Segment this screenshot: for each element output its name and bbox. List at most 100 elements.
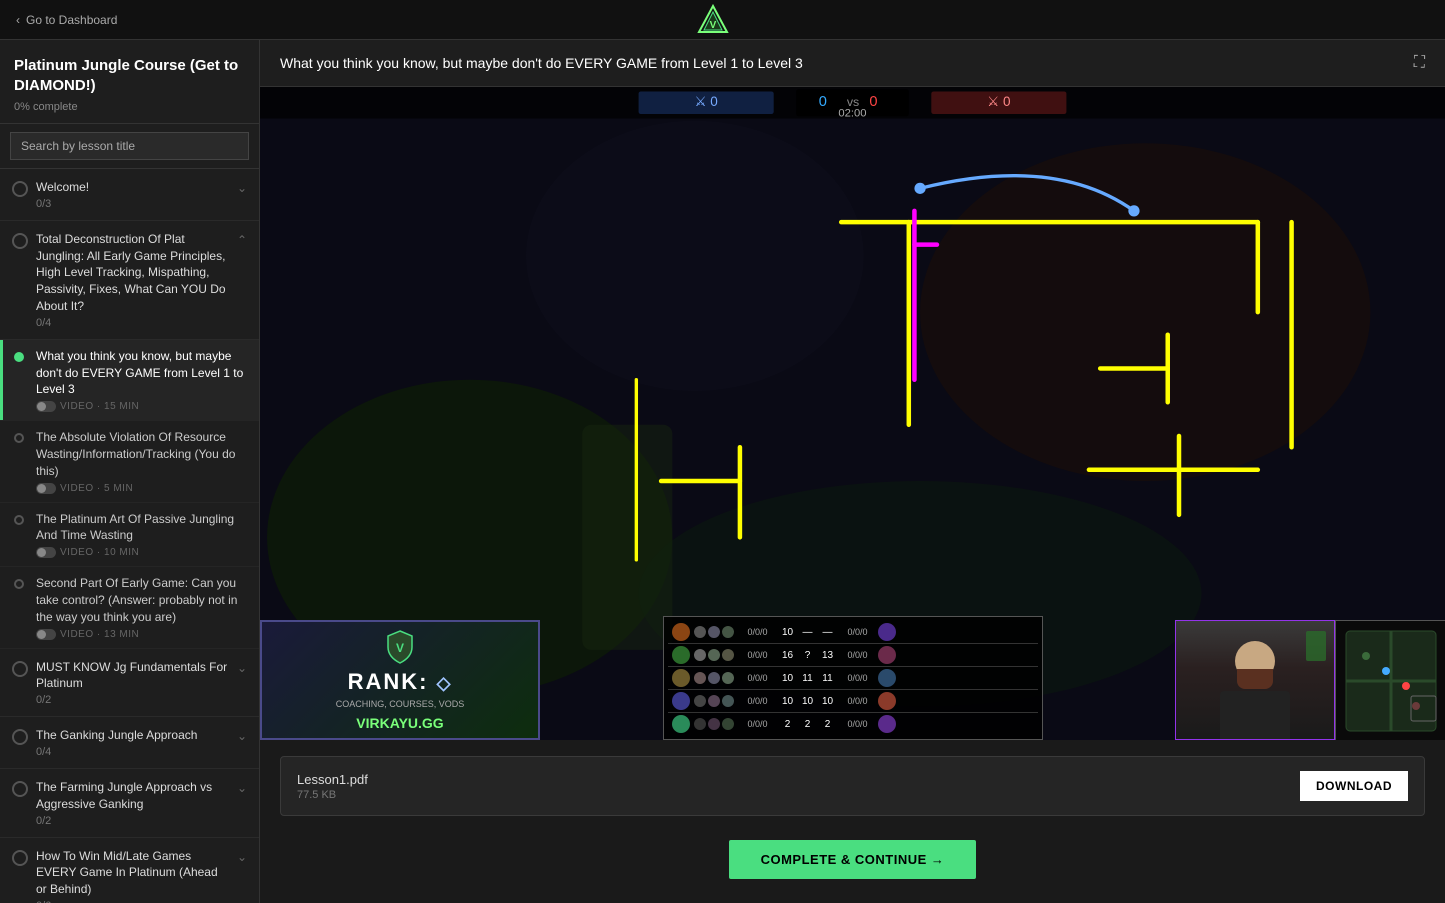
must-know-chevron-icon: ⌄ [237, 661, 247, 675]
welcome-chevron-icon: ⌄ [237, 181, 247, 195]
item14 [708, 718, 720, 730]
welcome-count: 0/3 [36, 198, 229, 210]
score-sep: — [798, 627, 818, 638]
lesson-meta-2: VIDEO · 5 MIN [36, 483, 247, 494]
back-label: Go to Dashboard [26, 13, 117, 27]
video-container[interactable]: ⚔ 0 0 vs 0 02:00 ⚔ 0 [260, 87, 1445, 740]
lesson-toggle-2 [36, 483, 56, 494]
sidebar-item-must-know[interactable]: MUST KNOW Jg Fundamentals For Platinum 0… [0, 649, 259, 718]
fullscreen-button[interactable]: ⛶ [1414, 54, 1425, 72]
lesson-item-3[interactable]: The Platinum Art Of Passive Jungling And… [0, 503, 259, 568]
video-frame: ⚔ 0 0 vs 0 02:00 ⚔ 0 [260, 87, 1445, 740]
score-kda-r5: 0/0/0 [838, 719, 878, 729]
score-level-2: 13 [818, 650, 838, 661]
score-sep3: 11 [798, 673, 818, 684]
minimap-svg [1336, 621, 1445, 740]
sidebar-item-total-deconstruction[interactable]: Total Deconstruction Of Plat Jungling: A… [0, 221, 259, 340]
score-champ-5 [672, 715, 690, 733]
total-deconstruction-circle [12, 233, 28, 249]
score-champ-2 [672, 646, 690, 664]
svg-text:0: 0 [869, 94, 877, 110]
sidebar-item-farming[interactable]: The Farming Jungle Approach vs Aggressiv… [0, 769, 259, 838]
sidebar: Platinum Jungle Course (Get to DIAMOND!)… [0, 40, 260, 903]
item7 [694, 672, 706, 684]
score-champ-r4 [878, 692, 896, 710]
total-deconstruction-name: Total Deconstruction Of Plat Jungling: A… [36, 231, 229, 315]
lesson-title-4: Second Part Of Early Game: Can you take … [36, 575, 247, 625]
score-kda-4: 0/0/0 [738, 696, 778, 706]
item4 [694, 649, 706, 661]
complete-continue-button[interactable]: COMPLETE & CONTINUE → [729, 840, 977, 879]
lesson-search-select[interactable]: Search by lesson title [10, 132, 249, 160]
farming-count: 0/2 [36, 815, 229, 827]
download-filename: Lesson1.pdf [297, 772, 368, 787]
back-to-dashboard[interactable]: ‹ Go to Dashboard [16, 13, 117, 27]
welcome-info: Welcome! 0/3 [36, 179, 229, 210]
lesson-dot-current [14, 352, 24, 362]
logo-container: V [697, 4, 729, 36]
person-beard [1237, 669, 1273, 689]
banner-rank-text: RANK: ◇ [348, 669, 453, 695]
lesson-toggle-current [36, 401, 56, 412]
sidebar-scroll-area: Welcome! 0/3 ⌄ Total Deconstruction Of P… [0, 169, 259, 903]
lesson-type-4: VIDEO · 13 MIN [60, 629, 139, 640]
virkayu-logo-icon: V [697, 4, 729, 36]
item13 [694, 718, 706, 730]
lesson-type-current: VIDEO · 15 MIN [60, 401, 139, 412]
score-champ-4 [672, 692, 690, 710]
lesson-type-2: VIDEO · 5 MIN [60, 483, 133, 494]
mid-late-info: How To Win Mid/Late Games EVERY Game In … [36, 848, 229, 903]
ganking-circle [12, 729, 28, 745]
score-kda-r4: 0/0/0 [838, 696, 878, 706]
lesson-dot-2 [14, 433, 24, 443]
lesson-meta-current: VIDEO · 15 MIN [36, 401, 247, 412]
ganking-name: The Ganking Jungle Approach [36, 727, 229, 744]
banner-subtitle: COACHING, COURSES, VODS [336, 699, 465, 711]
lesson-item-current[interactable]: What you think you know, but maybe don't… [0, 340, 259, 421]
lesson-item-2[interactable]: The Absolute Violation Of Resource Wasti… [0, 421, 259, 502]
score-row-3: 0/0/0 10 11 11 0/0/0 [668, 667, 1038, 690]
sidebar-item-mid-late[interactable]: How To Win Mid/Late Games EVERY Game In … [0, 838, 259, 903]
content-title: What you think you know, but maybe don't… [280, 55, 803, 71]
person-body [1220, 691, 1290, 739]
progress-label: 0% complete [14, 101, 245, 113]
score-kda-5: 0/0/0 [738, 719, 778, 729]
download-button[interactable]: DOWNLOAD [1300, 771, 1408, 801]
item10 [694, 695, 706, 707]
score-row-1: 0/0/0 10 — — 0/0/0 [668, 621, 1038, 644]
item1 [694, 626, 706, 638]
must-know-circle [12, 661, 28, 677]
score-level-1: — [818, 627, 838, 638]
minimap-overlay [1335, 620, 1445, 740]
lesson-search-container[interactable]: Search by lesson title [0, 124, 259, 169]
scoreboard-overlay: 0/0/0 10 — — 0/0/0 0/ [663, 616, 1043, 740]
score-champ-3 [672, 669, 690, 687]
content-area: What you think you know, but maybe don't… [260, 40, 1445, 903]
svg-text:V: V [396, 641, 404, 655]
farming-name: The Farming Jungle Approach vs Aggressiv… [36, 779, 229, 813]
content-header: What you think you know, but maybe don't… [260, 40, 1445, 87]
webcam-overlay [1175, 620, 1445, 740]
welcome-circle [12, 181, 28, 197]
score-sep2: ? [798, 650, 818, 661]
lesson-title-3: The Platinum Art Of Passive Jungling And… [36, 511, 247, 545]
score-cs-2: 16 [778, 650, 798, 661]
score-cs-1: 10 [778, 627, 798, 638]
lesson-title-current: What you think you know, but maybe don't… [36, 348, 247, 398]
farming-chevron-icon: ⌄ [237, 781, 247, 795]
rank-label: RANK: [348, 669, 429, 694]
top-navigation: ‹ Go to Dashboard V [0, 0, 1445, 40]
score-sep4: 10 [798, 696, 818, 707]
sidebar-item-welcome[interactable]: Welcome! 0/3 ⌄ [0, 169, 259, 221]
sidebar-item-ganking[interactable]: The Ganking Jungle Approach 0/4 ⌄ [0, 717, 259, 769]
svg-text:0: 0 [819, 94, 827, 110]
score-champ-r1 [878, 623, 896, 641]
svg-text:⚔ 0: ⚔ 0 [987, 94, 1010, 109]
mid-late-name: How To Win Mid/Late Games EVERY Game In … [36, 848, 229, 898]
item15 [722, 718, 734, 730]
rank-icon: ◇ [437, 673, 453, 693]
item12 [722, 695, 734, 707]
lesson-item-4[interactable]: Second Part Of Early Game: Can you take … [0, 567, 259, 648]
item11 [708, 695, 720, 707]
lesson-title-2: The Absolute Violation Of Resource Wasti… [36, 429, 247, 479]
